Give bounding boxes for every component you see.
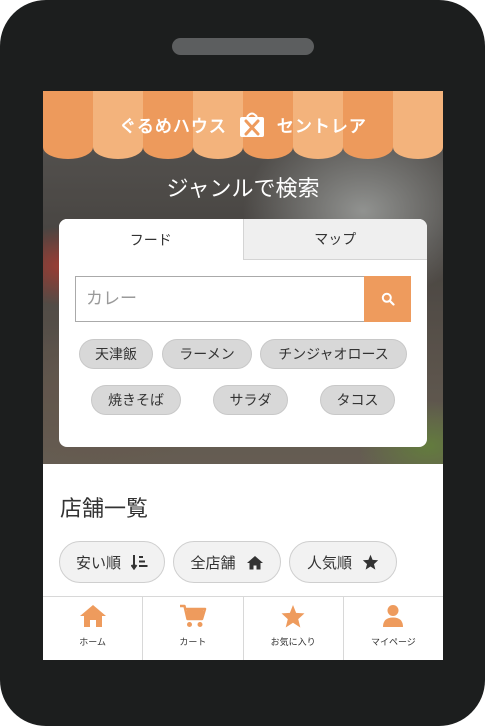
search-input[interactable] [75, 276, 365, 322]
home-icon [246, 555, 263, 569]
nav-home-label: ホーム [79, 638, 106, 648]
page-title: ジャンルで検索 [166, 177, 320, 202]
nav-cart-label: カート [179, 638, 207, 648]
cart-icon [179, 604, 207, 627]
sort-button-label: 安い順 [75, 553, 121, 572]
star-icon [281, 605, 305, 628]
nav-cart[interactable]: カート [142, 597, 242, 660]
genre-chip[interactable]: ラーメン [162, 339, 252, 369]
tab-food[interactable]: フード [59, 219, 243, 260]
brand-location: セントレア [276, 116, 367, 137]
sort-button-label: 全店舗 [190, 553, 236, 572]
store-list-title: 店舗一覧 [60, 497, 149, 522]
hero-banner: ぐるめハウス セントレア ジャンルで検索 フード マップ カレー 天津飯 ラーメ… [43, 91, 443, 464]
star-icon [362, 554, 379, 570]
nav-mypage-label: マイページ [370, 638, 416, 648]
sort-ascending-icon [131, 555, 148, 570]
bag-utensils-icon [239, 112, 264, 137]
genre-chip[interactable]: サラダ [213, 385, 288, 415]
brand-name: ぐるめハウス [119, 116, 227, 137]
search-icon [381, 292, 395, 306]
genre-chip[interactable]: タコス [320, 385, 395, 415]
phone-speaker [172, 38, 314, 55]
nav-mypage[interactable]: マイページ [342, 597, 443, 660]
nav-favorites[interactable]: お気に入り [242, 597, 343, 660]
app-screen: ぐるめハウス セントレア ジャンルで検索 フード マップ カレー 天津飯 ラーメ… [43, 91, 443, 660]
sort-button-label: 人気順 [306, 553, 352, 572]
bottom-navigation: ホーム カート お気に入り マイページ [43, 596, 443, 660]
tab-map[interactable]: マップ [242, 219, 427, 260]
sort-cheapest-button[interactable]: 安い順 [59, 541, 165, 583]
home-icon [79, 605, 106, 627]
nav-home[interactable]: ホーム [43, 597, 142, 660]
genre-chip[interactable]: 天津飯 [79, 339, 153, 369]
nav-favorites-label: お気に入り [270, 638, 316, 648]
search-card: フード マップ 天津飯 ラーメン チンジャオロース 焼きそば サ [59, 219, 427, 447]
user-icon [383, 605, 404, 627]
search-button[interactable] [364, 276, 411, 322]
search-bar [75, 276, 411, 322]
genre-chip[interactable]: 焼きそば [91, 385, 181, 415]
brand-logo: ぐるめハウス セントレア [43, 110, 443, 138]
sort-popular-button[interactable]: 人気順 [289, 541, 397, 583]
phone-frame: ぐるめハウス セントレア ジャンルで検索 フード マップ カレー 天津飯 ラーメ… [0, 0, 485, 726]
all-stores-button[interactable]: 全店舗 [173, 541, 281, 583]
genre-chip[interactable]: チンジャオロース [260, 339, 407, 369]
search-tabs: フード マップ [59, 219, 427, 260]
